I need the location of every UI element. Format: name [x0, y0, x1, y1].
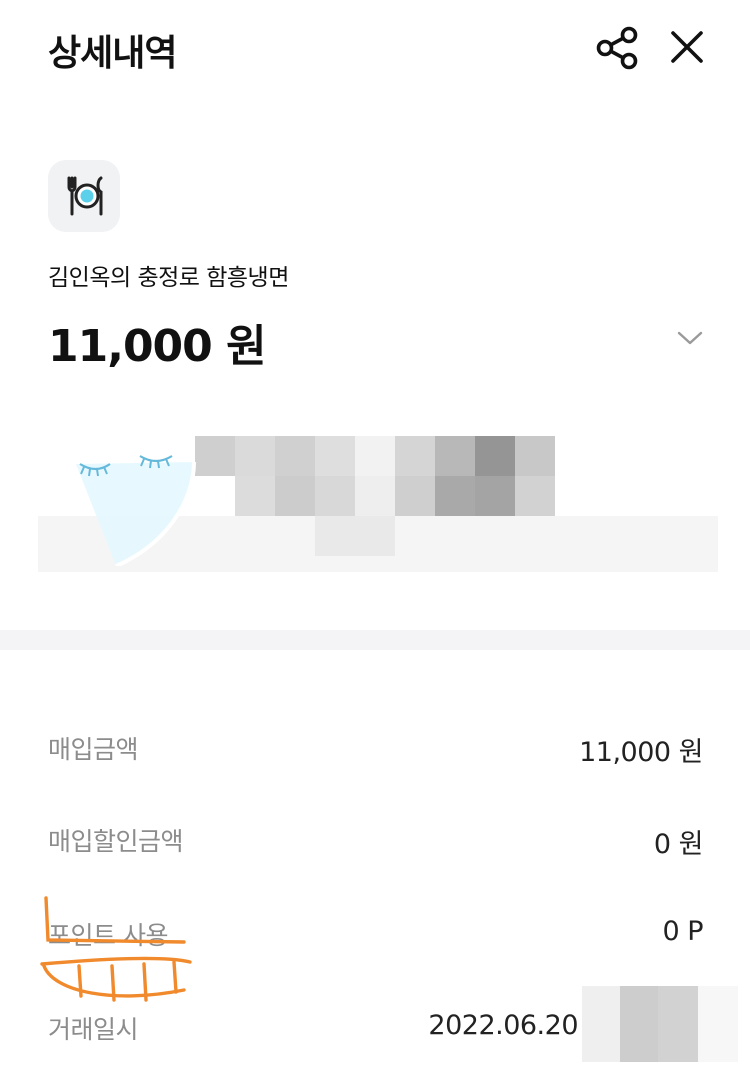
transaction-amount: 11,000 원: [48, 321, 267, 372]
chevron-down-icon: [677, 331, 703, 345]
detail-row-purchase-amount: 매입금액 11,000 원: [48, 722, 703, 768]
dining-icon: [67, 176, 103, 216]
merchant-name: 김인옥의 충정로 함흥냉면: [48, 265, 289, 291]
expand-details-button[interactable]: [672, 324, 708, 352]
section-divider: [0, 630, 750, 650]
detail-row-purchase-discount: 매입할인금액 0 원: [48, 814, 704, 860]
detail-label: 매입할인금액: [48, 827, 184, 856]
share-icon: [596, 26, 638, 70]
header: 상세내역: [0, 0, 750, 100]
detail-value: 11,000 원: [579, 737, 703, 768]
redacted-time: [582, 986, 620, 1062]
detail-value: 0 원: [653, 829, 704, 860]
redacted-time-block: [620, 986, 658, 1062]
sleepy-face-sticker: [76, 455, 196, 566]
redacted-time-block: [698, 986, 738, 1062]
redacted-time-block: [658, 986, 698, 1062]
detail-label: 매입금액: [48, 735, 139, 764]
share-button[interactable]: [594, 26, 642, 70]
detail-value: 0 P: [662, 916, 703, 947]
page-title: 상세내역: [48, 33, 177, 74]
redacted-card-image: [38, 436, 718, 572]
detail-label: 거래일시: [48, 1015, 139, 1044]
detail-value: 2022.06.20: [428, 1010, 578, 1041]
merchant-category-badge: [48, 160, 120, 232]
detail-row-points-used: 포인트 사용 0 P: [48, 908, 703, 952]
close-button[interactable]: [664, 24, 712, 72]
detail-label: 포인트 사용: [48, 921, 168, 950]
close-icon: [671, 31, 703, 63]
